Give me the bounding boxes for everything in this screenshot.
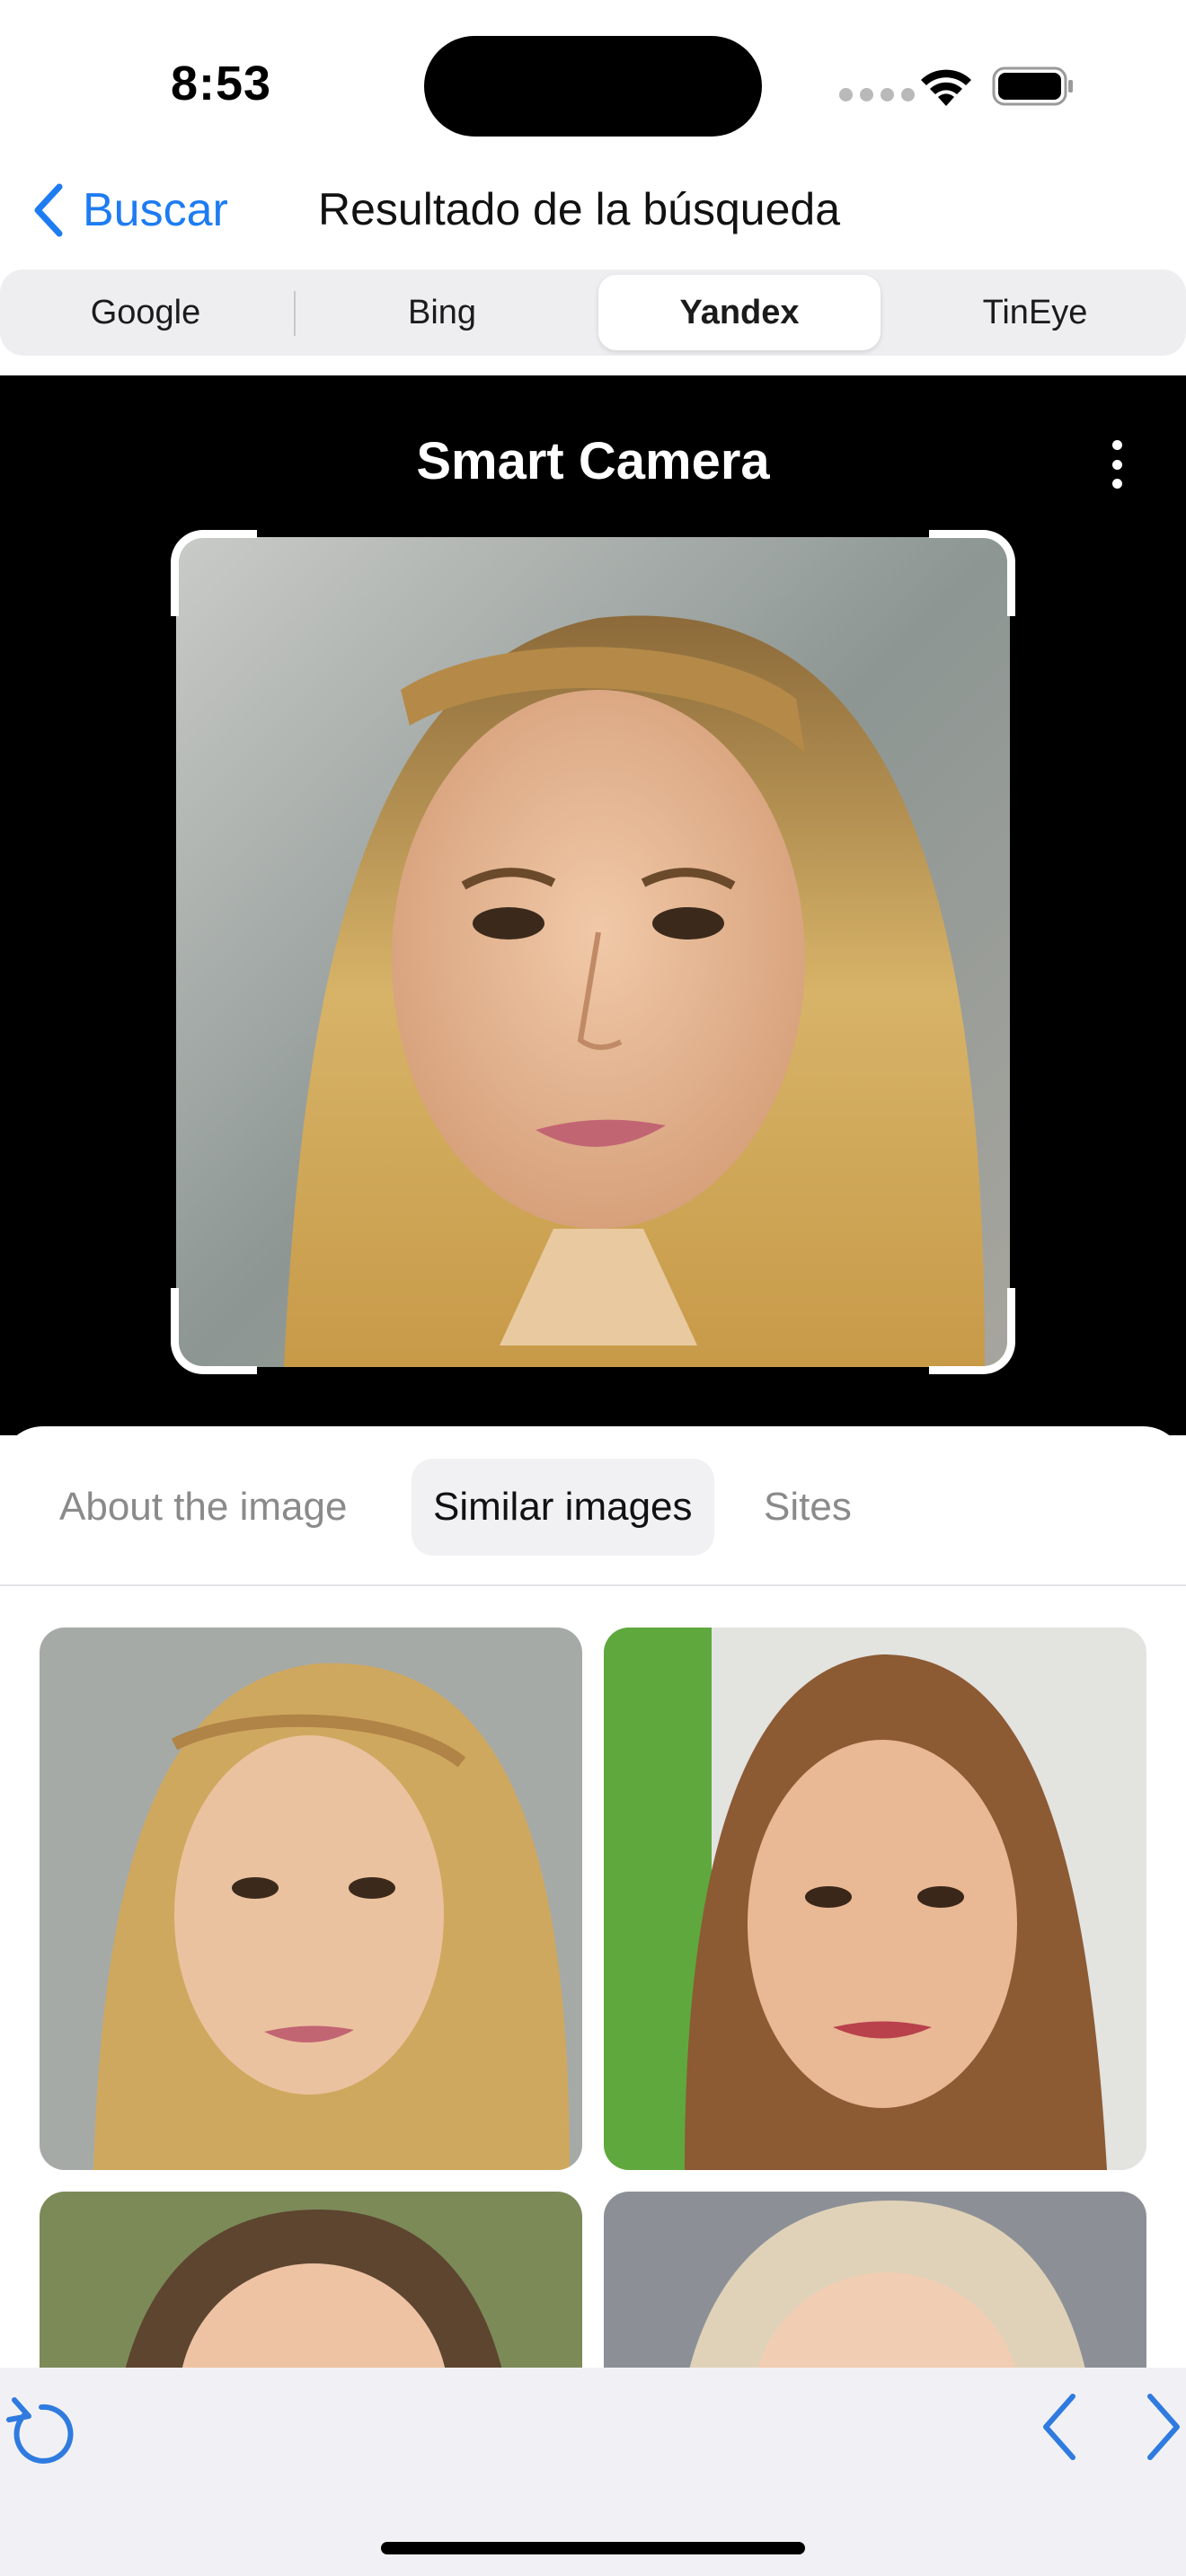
cellular-signal-icon <box>839 88 915 101</box>
dynamic-island <box>424 36 762 137</box>
chevron-left-icon[interactable] <box>1039 2391 1082 2463</box>
segment-yandex[interactable]: Yandex <box>598 275 881 350</box>
tab-about-image[interactable]: About the image <box>59 1459 347 1556</box>
similar-image-thumbnail[interactable] <box>604 2192 1146 2378</box>
tab-sites[interactable]: Sites <box>764 1459 852 1556</box>
chevron-left-icon <box>34 183 63 237</box>
segment-google[interactable]: Google <box>0 275 291 350</box>
divider <box>0 1584 1186 1586</box>
scan-frame[interactable] <box>171 530 1015 1374</box>
similar-image-thumbnail[interactable] <box>40 2192 582 2378</box>
battery-icon <box>992 66 1073 106</box>
back-button[interactable]: Buscar <box>31 176 228 244</box>
smart-camera-panel: Smart Camera <box>0 375 1186 1435</box>
segment-tineye[interactable]: TinEye <box>890 275 1181 350</box>
results-sheet: About the image Similar images Sites <box>0 1426 1186 2378</box>
smart-camera-title: Smart Camera <box>416 432 770 490</box>
segment-bing[interactable]: Bing <box>296 275 588 350</box>
reload-icon[interactable] <box>5 2387 77 2468</box>
similar-image-thumbnail[interactable] <box>40 1628 582 2170</box>
tab-similar-images[interactable]: Similar images <box>412 1459 714 1556</box>
result-tabs: About the image Similar images Sites <box>0 1459 1186 1557</box>
bottom-toolbar <box>0 2368 1186 2576</box>
wifi-icon <box>921 69 971 106</box>
chevron-right-icon[interactable] <box>1141 2391 1184 2463</box>
page-title: Resultado de la búsqueda <box>318 184 841 234</box>
segment-divider <box>294 291 296 336</box>
more-vertical-icon[interactable] <box>1105 440 1128 489</box>
home-indicator <box>381 2542 805 2554</box>
similar-image-thumbnail[interactable] <box>604 1628 1146 2170</box>
status-time: 8:53 <box>171 57 272 110</box>
engine-segmented-control: Google Bing Yandex TinEye <box>0 269 1186 356</box>
back-button-label: Buscar <box>83 184 228 236</box>
